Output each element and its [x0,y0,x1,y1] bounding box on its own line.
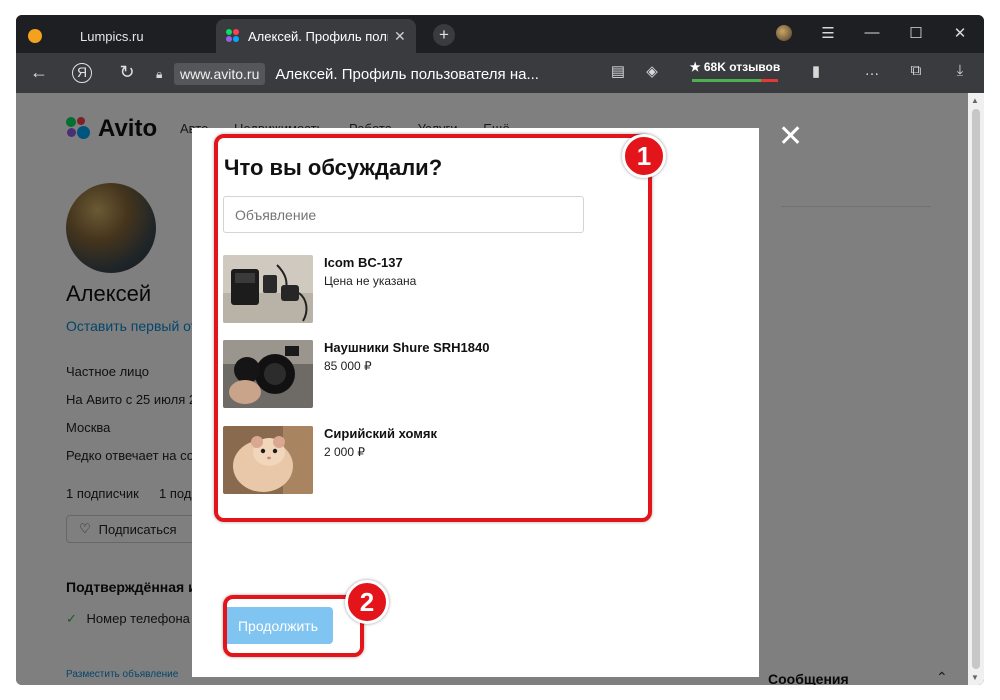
extensions-icon[interactable]: ◈ [642,62,662,80]
url-field[interactable]: 🔒︎ www.avito.ru Алексей. Профиль пользов… [156,61,602,87]
translate-icon[interactable]: ▤ [608,62,628,80]
maximize-icon[interactable]: ☐ [906,24,926,42]
scroll-up-icon[interactable]: ▲ [971,96,979,105]
menu-icon[interactable]: ☰ [818,24,838,42]
reload-icon[interactable]: ↻ [116,62,138,83]
browser-profile-avatar[interactable] [776,25,792,41]
tab-avito-profile[interactable]: Алексей. Профиль пользователя на Avito ✕ [216,19,416,53]
tab-lumpics[interactable]: Lumpics.ru [16,19,216,53]
url-page-title: Алексей. Профиль пользователя на... [275,65,539,83]
new-tab-icon[interactable]: + [433,24,455,46]
scrollbar[interactable]: ▲ ▼ [968,93,984,685]
annotation-box-2 [223,595,364,657]
minimize-icon[interactable]: — [862,24,882,41]
tab-close-icon[interactable]: ✕ [394,28,406,45]
annotation-number-2: 2 [345,580,389,624]
url-domain: www.avito.ru [174,63,266,85]
modal-close-icon[interactable]: ✕ [778,122,803,152]
tab-title: Lumpics.ru [80,28,144,44]
collections-icon[interactable]: ⧉ [906,62,926,79]
annotation-box-1 [214,134,652,522]
bookmark-icon[interactable]: ▮ [806,62,826,80]
yandex-icon[interactable]: Я [72,63,92,83]
lumpics-favicon-icon [28,29,42,43]
scroll-thumb[interactable] [972,109,980,669]
avito-favicon-icon [226,29,240,43]
address-bar: ← Я ↻ 🔒︎ www.avito.ru Алексей. Профиль п… [16,53,984,93]
rating-bar [692,79,778,82]
lock-icon: 🔒︎ [156,66,163,81]
tab-bar: Lumpics.ru Алексей. Профиль пользователя… [16,15,984,53]
close-window-icon[interactable]: ✕ [950,24,970,42]
reviews-badge[interactable]: ★ 68K отзывов [688,60,782,84]
download-icon[interactable]: ⤓ [950,62,970,79]
tab-title: Алексей. Профиль пользователя на Avito [248,28,388,44]
scroll-down-icon[interactable]: ▼ [971,673,979,682]
more-icon[interactable]: … [862,62,882,79]
annotation-number-1: 1 [622,134,666,178]
back-icon[interactable]: ← [28,62,50,83]
